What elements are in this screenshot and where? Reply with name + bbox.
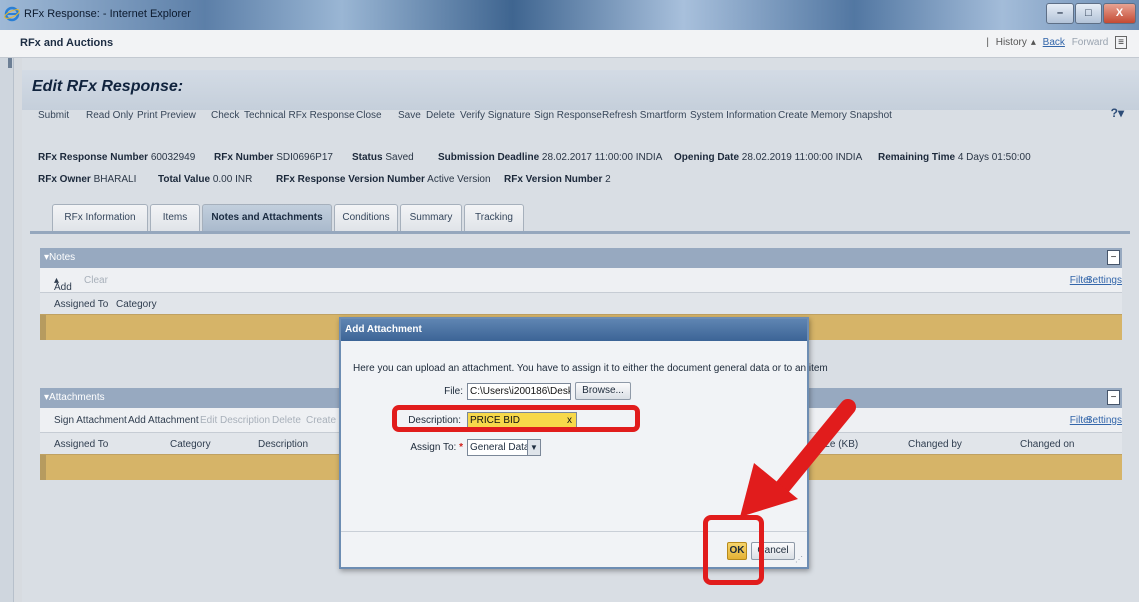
chevron-down-icon[interactable]: ▼ — [527, 440, 540, 455]
remaining-time: Remaining Time 4 Days 01:50:00 — [878, 152, 1031, 163]
delete-attachment-button[interactable]: Delete — [272, 415, 301, 426]
read-only-button[interactable]: Read Only — [86, 110, 133, 121]
help-icon[interactable]: ?▾ — [1111, 106, 1124, 120]
window-title: RFx Response: - Internet Explorer — [24, 8, 191, 20]
history-nav: | History ▴ Back Forward ≡ — [982, 36, 1127, 49]
submission-deadline: Submission Deadline 28.02.2017 11:00:00 … — [438, 152, 663, 163]
tab-conditions[interactable]: Conditions — [334, 204, 398, 232]
sign-attachment-button[interactable]: Sign Attachment — [54, 415, 127, 426]
tab-items[interactable]: Items — [150, 204, 200, 232]
add-attachment-button[interactable]: Add Attachment — [128, 415, 199, 426]
att-col-changed-on[interactable]: Changed on — [1020, 439, 1075, 450]
window-titlebar: RFx Response: - Internet Explorer – □ X — [0, 0, 1139, 30]
file-label: File: — [444, 386, 463, 397]
notes-column-header: Assigned To Category — [40, 292, 1122, 314]
submit-button[interactable]: Submit — [38, 110, 69, 121]
sign-response-button[interactable]: Sign Response — [534, 110, 602, 121]
tab-underline — [30, 231, 1130, 234]
collapse-notes-button[interactable]: − — [1107, 250, 1120, 265]
create-memory-snapshot-button[interactable]: Create Memory Snapshot — [778, 110, 892, 121]
tab-rfx-information[interactable]: RFx Information — [52, 204, 148, 232]
notes-col-assigned[interactable]: Assigned To — [54, 299, 108, 310]
action-toolbar: Submit Read Only Print Preview Check Tec… — [30, 104, 1130, 128]
page-title: Edit RFx Response: — [32, 78, 184, 95]
back-link[interactable]: Back — [1043, 37, 1065, 48]
create-button[interactable]: Create — [306, 415, 336, 426]
save-button[interactable]: Save — [398, 110, 421, 121]
notes-settings-link[interactable]: Settings — [1086, 275, 1122, 286]
att-col-changed-by[interactable]: Changed by — [908, 439, 962, 450]
verify-signature-button[interactable]: Verify Signature — [460, 110, 531, 121]
rfx-number: RFx Number SDI0696P17 — [214, 152, 333, 163]
technical-rfx-response-button[interactable]: Technical RFx Response — [244, 110, 355, 121]
ok-highlight-annotation — [703, 515, 764, 585]
minimize-button[interactable]: – — [1046, 3, 1074, 24]
total-value: Total Value 0.00 INR — [158, 174, 253, 185]
assign-to-label: Assign To: * — [410, 442, 463, 453]
maximize-button[interactable]: □ — [1075, 3, 1102, 24]
rfx-version: RFx Version Number 2 — [504, 174, 611, 185]
dialog-instructions: Here you can upload an attachment. You h… — [353, 363, 828, 374]
header-info-panel: RFx Response Number 60032949 RFx Number … — [30, 140, 1130, 192]
dialog-title[interactable]: Add Attachment — [341, 319, 807, 341]
status: Status Saved — [352, 152, 414, 163]
description-highlight-annotation — [392, 405, 640, 432]
assign-to-dropdown[interactable]: General Data ▼ — [467, 439, 541, 456]
collapse-attachments-button[interactable]: − — [1107, 390, 1120, 405]
att-col-category[interactable]: Category — [170, 439, 211, 450]
menu-icon[interactable]: ≡ — [1115, 36, 1127, 49]
delete-button[interactable]: Delete — [426, 110, 455, 121]
tab-summary[interactable]: Summary — [400, 204, 462, 232]
left-resize-strip[interactable] — [0, 58, 14, 602]
rfx-owner: RFx Owner BHARALI — [38, 174, 137, 185]
app-header: RFx and Auctions | History ▴ Back Forward… — [0, 30, 1139, 58]
notes-header[interactable]: ▾Notes − — [40, 248, 1122, 268]
notes-add-menu[interactable]: Add ▴ — [54, 275, 72, 293]
tab-notes-and-attachments[interactable]: Notes and Attachments — [202, 204, 332, 232]
browse-button[interactable]: Browse... — [575, 382, 631, 400]
att-col-assigned[interactable]: Assigned To — [54, 439, 108, 450]
att-col-description[interactable]: Description — [258, 439, 308, 450]
system-information-button[interactable]: System Information — [690, 110, 776, 121]
required-icon: * — [459, 442, 463, 453]
history-menu[interactable]: History — [996, 37, 1027, 48]
close-button[interactable]: Close — [356, 110, 382, 121]
resize-grip-icon[interactable]: ⋰ — [795, 555, 805, 565]
notes-clear-button[interactable]: Clear — [84, 275, 108, 286]
app-title: RFx and Auctions — [20, 37, 114, 49]
attachments-settings-link[interactable]: Settings — [1086, 415, 1122, 426]
opening-date: Opening Date 28.02.2019 11:00:00 INDIA — [674, 152, 863, 163]
notes-col-category[interactable]: Category — [116, 299, 157, 310]
tab-tracking[interactable]: Tracking — [464, 204, 524, 232]
row-selector[interactable] — [40, 315, 46, 340]
print-preview-button[interactable]: Print Preview — [137, 110, 196, 121]
notes-toolbar: Add ▴ Clear Filter Settings — [40, 268, 1122, 293]
close-window-button[interactable]: X — [1103, 3, 1136, 24]
strip-marker — [8, 58, 12, 68]
row-selector[interactable] — [40, 455, 46, 480]
edit-description-button[interactable]: Edit Description — [200, 415, 270, 426]
check-button[interactable]: Check — [211, 110, 239, 121]
red-arrow-icon — [740, 399, 856, 517]
history-dropdown-icon[interactable]: ▴ — [1031, 37, 1036, 48]
file-path-field[interactable]: C:\Users\i200186\Deskt — [467, 383, 571, 400]
refresh-smartform-button[interactable]: Refresh Smartform — [602, 110, 686, 121]
response-number: RFx Response Number 60032949 — [38, 152, 196, 163]
internet-explorer-icon — [4, 6, 20, 22]
forward-link[interactable]: Forward — [1072, 37, 1109, 48]
response-version: RFx Response Version Number Active Versi… — [276, 174, 491, 185]
